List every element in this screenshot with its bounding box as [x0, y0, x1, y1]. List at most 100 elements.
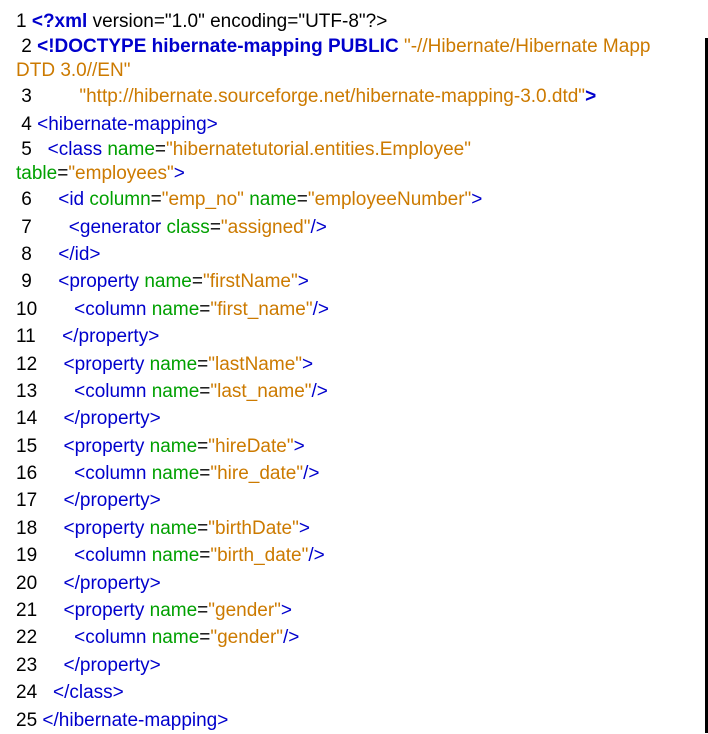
- code-token: <column: [42, 380, 147, 402]
- code-token: name: [146, 627, 200, 649]
- code-token: column: [84, 189, 151, 211]
- code-line-text: 16 <column name="hire_date"/>: [16, 463, 319, 484]
- code-token: <?xml: [31, 11, 88, 32]
- code-line: 12 <property name="lastName">: [16, 351, 706, 378]
- code-line-text: 24 </class>: [16, 682, 124, 703]
- code-line: 13 <column name="last_name"/>: [16, 378, 706, 405]
- code-line: 11 </property>: [16, 323, 706, 350]
- line-number: 2: [16, 36, 38, 58]
- code-line-text: 20 </property>: [16, 573, 161, 594]
- code-line-text: 10 <column name="first_name"/>: [16, 299, 329, 320]
- code-token: =: [191, 271, 203, 293]
- code-token: "gender": [210, 627, 284, 649]
- code-token: =: [199, 545, 211, 567]
- code-line: 5 <class name="hibernatetutorial.entitie…: [16, 138, 706, 186]
- line-number: 9: [16, 271, 38, 293]
- code-line-text: 14 </property>: [16, 408, 161, 429]
- line-number: 14: [16, 408, 43, 430]
- code-line-continuation: DTD 3.0//EN": [16, 59, 706, 83]
- code-line: 6 <id column="emp_no" name="employeeNumb…: [16, 186, 706, 213]
- code-token: <class: [37, 139, 103, 161]
- code-line-text: 22 <column name="gender"/>: [16, 627, 299, 648]
- code-line: 9 <property name="firstName">: [16, 268, 706, 295]
- code-token: "employees": [68, 163, 174, 185]
- line-number: 15: [16, 435, 43, 457]
- code-line-text: 3 "http://hibernate.sourceforge.net/hibe…: [16, 86, 596, 107]
- code-token: <column: [42, 298, 147, 320]
- code-line: 2 <!DOCTYPE hibernate-mapping PUBLIC "-/…: [16, 35, 706, 83]
- code-token: =: [197, 353, 209, 375]
- code-token: <hibernate-mapping>: [37, 113, 218, 135]
- code-token: "http://hibernate.sourceforge.net/hibern…: [37, 86, 586, 108]
- code-token: </property>: [42, 408, 161, 430]
- code-token: >: [173, 163, 185, 185]
- code-token: "assigned": [220, 216, 311, 238]
- line-number: 22: [16, 627, 43, 649]
- code-token: "firstName": [202, 271, 298, 293]
- code-token: name: [146, 380, 200, 402]
- code-token: class: [161, 216, 210, 238]
- line-number: 10: [16, 298, 43, 320]
- code-token: />: [308, 545, 325, 567]
- code-token: table: [16, 163, 58, 185]
- code-line: 18 <property name="birthDate">: [16, 515, 706, 542]
- code-token: <generator: [37, 216, 162, 238]
- code-line-text: 19 <column name="birth_date"/>: [16, 545, 325, 566]
- code-line-text: 13 <column name="last_name"/>: [16, 381, 328, 402]
- code-line: 25 </hibernate-mapping>: [16, 707, 706, 734]
- code-token: />: [312, 298, 329, 320]
- line-number: 19: [16, 545, 43, 567]
- code-token: =: [296, 189, 308, 211]
- code-token: =: [199, 463, 211, 485]
- code-token: "-//Hibernate/Hibernate Mapp: [398, 36, 651, 58]
- code-line-text: 6 <id column="emp_no" name="employeeNumb…: [16, 189, 482, 210]
- code-token: />: [283, 627, 300, 649]
- code-token: >: [297, 271, 309, 293]
- code-token: =: [150, 189, 162, 211]
- code-token: "emp_no": [161, 189, 244, 211]
- code-token: name: [146, 463, 200, 485]
- code-line-text: 11 </property>: [16, 326, 159, 347]
- code-token: />: [303, 463, 320, 485]
- code-token: "last_name": [210, 380, 312, 402]
- code-line: 15 <property name="hireDate">: [16, 433, 706, 460]
- code-token: name: [144, 600, 198, 622]
- code-token: >: [585, 86, 597, 108]
- code-line-text: 12 <property name="lastName">: [16, 354, 313, 375]
- code-token: =: [57, 163, 69, 185]
- code-token: <property: [42, 435, 145, 457]
- code-token: </property>: [42, 654, 161, 676]
- line-number: 16: [16, 463, 43, 485]
- code-line: 4 <hibernate-mapping>: [16, 111, 706, 138]
- line-number: 21: [16, 600, 43, 622]
- code-token: "first_name": [210, 298, 313, 320]
- code-token: "hire_date": [210, 463, 304, 485]
- line-number: 7: [16, 216, 38, 238]
- code-token: >: [302, 353, 314, 375]
- code-token: =: [209, 216, 221, 238]
- code-token: <property: [42, 517, 145, 539]
- code-token: name: [146, 545, 200, 567]
- line-number: 5: [16, 139, 38, 161]
- code-line-text: 7 <generator class="assigned"/>: [16, 217, 327, 238]
- code-token: >: [298, 517, 310, 539]
- code-token: <property: [37, 271, 140, 293]
- code-token: =: [197, 517, 209, 539]
- code-line: 8 </id>: [16, 241, 706, 268]
- code-line: 21 <property name="gender">: [16, 597, 706, 624]
- code-token: "birth_date": [210, 545, 309, 567]
- line-number: 13: [16, 380, 43, 402]
- code-line: 3 "http://hibernate.sourceforge.net/hibe…: [16, 83, 706, 110]
- code-token: </id>: [37, 243, 101, 265]
- code-token: </property>: [42, 490, 161, 512]
- line-number: 6: [16, 189, 38, 211]
- code-token: </property>: [42, 572, 161, 594]
- code-line: 7 <generator class="assigned"/>: [16, 214, 706, 241]
- code-line-text: 4 <hibernate-mapping>: [16, 114, 218, 135]
- code-line: 1 <?xml version="1.0" encoding="UTF-8"?>: [16, 8, 706, 35]
- code-token: version="1.0" encoding="UTF-8"?>: [87, 11, 388, 32]
- code-token: name: [144, 517, 198, 539]
- code-line-text: 23 </property>: [16, 655, 161, 676]
- code-token: =: [199, 627, 211, 649]
- code-token: </property>: [41, 326, 160, 348]
